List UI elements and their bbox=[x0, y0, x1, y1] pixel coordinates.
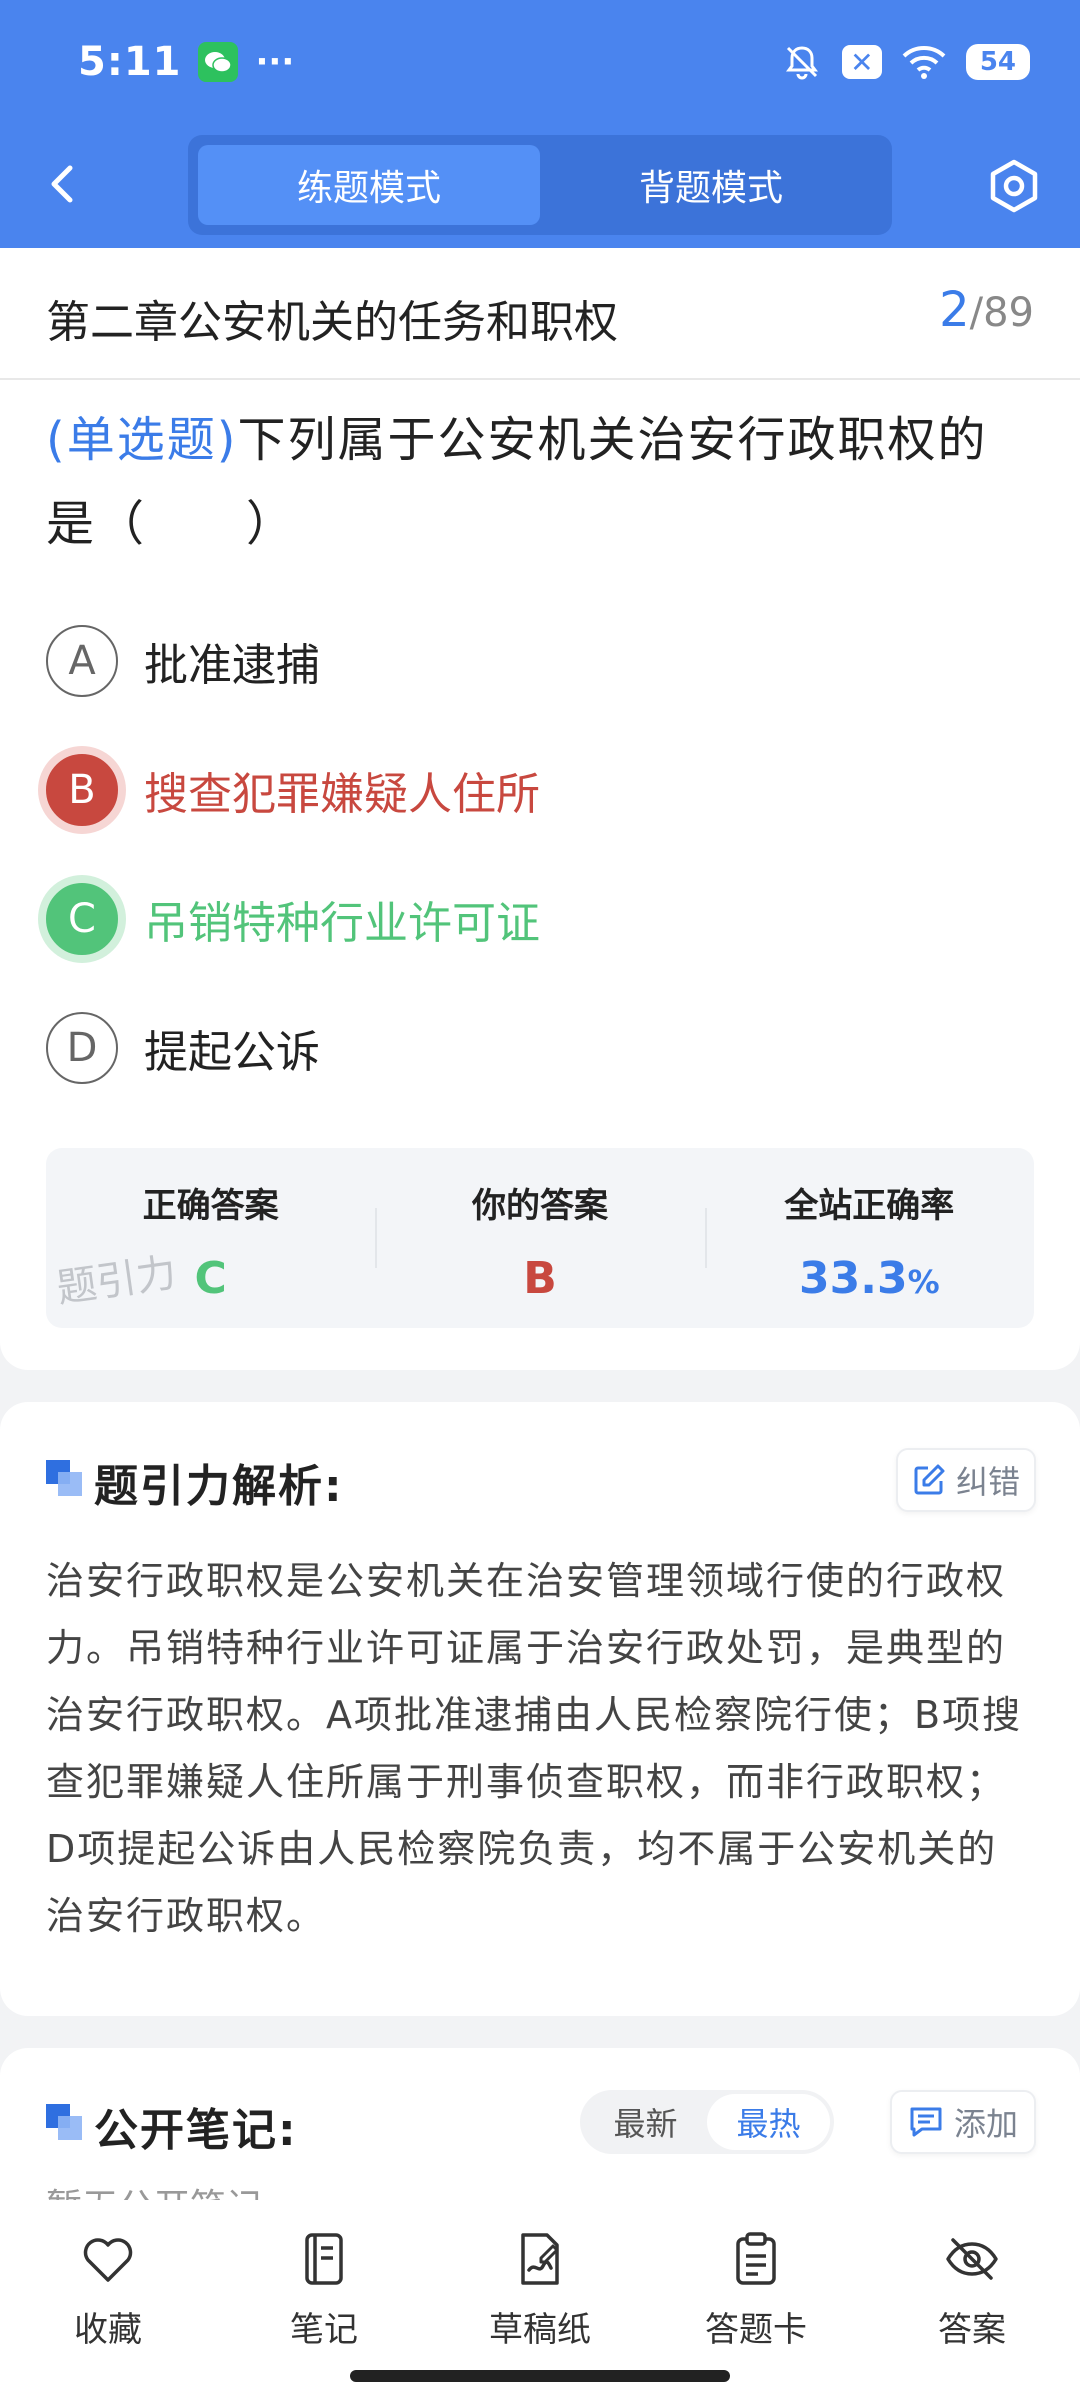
comment-icon bbox=[910, 2107, 942, 2137]
home-indicator[interactable] bbox=[350, 2370, 730, 2382]
settings-hexagon-icon[interactable] bbox=[986, 158, 1042, 214]
option-text: 吊销特种行业许可证 bbox=[144, 898, 540, 949]
accuracy-label: 全站正确率 bbox=[784, 1186, 955, 1226]
nav-answer-toggle[interactable]: 答案 bbox=[864, 2200, 1080, 2400]
accuracy-value: 33.3% bbox=[799, 1253, 940, 1304]
battery-indicator: 54 bbox=[965, 44, 1030, 80]
back-arrow-icon[interactable] bbox=[40, 160, 88, 208]
correct-answer-label: 正确答案 bbox=[142, 1186, 279, 1226]
question-progress: 2/89 bbox=[939, 282, 1034, 338]
analysis-title: 题引力解析: bbox=[94, 1461, 344, 1512]
report-error-label: 纠错 bbox=[955, 1463, 1020, 1501]
chapter-title: 第二章公安机关的任务和职权 bbox=[46, 297, 618, 348]
progress-separator: / bbox=[969, 290, 984, 336]
my-answer-label: 你的答案 bbox=[471, 1186, 608, 1226]
total-questions: 89 bbox=[983, 290, 1034, 336]
current-question-number: 2 bbox=[939, 282, 970, 338]
divider bbox=[0, 378, 1080, 380]
clipboard-icon bbox=[736, 2232, 776, 2285]
wifi-icon bbox=[902, 46, 946, 79]
correct-answer-column: 正确答案 C 题引力 bbox=[46, 1148, 375, 1328]
bell-muted-icon bbox=[785, 46, 818, 80]
notebook-icon bbox=[305, 2233, 343, 2285]
analysis-text: 治安行政职权是公安机关在治安管理领域行使的行政权力。吊销特种行业许可证属于治安行… bbox=[46, 1559, 1023, 1938]
option-d[interactable]: D 提起公诉 bbox=[46, 1011, 320, 1085]
option-text: 批准逮捕 bbox=[144, 640, 320, 691]
watermark: 题引力 bbox=[53, 1249, 180, 1313]
app-header: 5:11 ··· ✕ 54 练题模式 背题模式 bbox=[0, 0, 1080, 248]
option-letter: C bbox=[46, 883, 118, 955]
option-text: 提起公诉 bbox=[144, 1027, 320, 1078]
eye-off-icon bbox=[946, 2238, 998, 2280]
question-type: (单选题) bbox=[46, 412, 238, 468]
my-answer-column: 你的答案 B bbox=[375, 1148, 704, 1328]
notes-title: 公开笔记: bbox=[94, 2105, 298, 2156]
option-letter: D bbox=[46, 1012, 118, 1084]
report-error-button[interactable]: 纠错 bbox=[896, 1448, 1036, 1512]
add-note-label: 添加 bbox=[953, 2105, 1018, 2143]
correct-answer-value: C bbox=[194, 1253, 227, 1304]
mode-switch: 练题模式 背题模式 bbox=[188, 135, 892, 235]
option-c[interactable]: C 吊销特种行业许可证 bbox=[46, 882, 540, 956]
accuracy-unit: % bbox=[907, 1263, 940, 1301]
option-b[interactable]: B 搜查犯罪嫌疑人住所 bbox=[46, 753, 540, 827]
status-time: 5:11 bbox=[78, 39, 182, 85]
nav-favorite[interactable]: 收藏 bbox=[0, 2200, 216, 2400]
section-squares-icon bbox=[46, 1460, 82, 1496]
option-letter: A bbox=[46, 625, 118, 697]
tab-practice-mode[interactable]: 练题模式 bbox=[198, 145, 540, 225]
wechat-icon bbox=[197, 42, 238, 82]
sort-hottest[interactable]: 最热 bbox=[707, 2094, 830, 2150]
draft-paper-icon bbox=[521, 2233, 559, 2285]
accuracy-number: 33.3 bbox=[799, 1253, 908, 1304]
more-notifications-icon: ··· bbox=[255, 42, 295, 82]
status-bar: 5:11 ··· ✕ 54 bbox=[78, 38, 1030, 86]
my-answer-value: B bbox=[523, 1253, 557, 1304]
option-letter: B bbox=[46, 754, 118, 826]
tab-memorize-mode[interactable]: 背题模式 bbox=[540, 145, 882, 225]
nav-label: 答案 bbox=[938, 2310, 1006, 2350]
notification-close-icon: ✕ bbox=[841, 45, 882, 79]
edit-icon bbox=[914, 1464, 945, 1495]
accuracy-column: 全站正确率 33.3% bbox=[704, 1148, 1034, 1328]
heart-icon bbox=[83, 2238, 133, 2282]
nav-label: 收藏 bbox=[74, 2310, 142, 2350]
nav-label: 答题卡 bbox=[705, 2310, 807, 2350]
option-a[interactable]: A 批准逮捕 bbox=[46, 624, 320, 698]
sort-newest[interactable]: 最新 bbox=[584, 2094, 707, 2150]
nav-label: 草稿纸 bbox=[489, 2310, 591, 2350]
nav-label: 笔记 bbox=[290, 2310, 358, 2350]
section-squares-icon bbox=[46, 2104, 82, 2140]
status-icons: ✕ 54 bbox=[782, 42, 1030, 82]
answer-summary: 正确答案 C 题引力 你的答案 B 全站正确率 33.3% bbox=[46, 1148, 1034, 1328]
notes-sort-toggle: 最新 最热 bbox=[580, 2090, 834, 2154]
question-text: (单选题)下列属于公安机关治安行政职权的是（ ） bbox=[46, 398, 1034, 566]
add-note-button[interactable]: 添加 bbox=[890, 2090, 1036, 2154]
analysis-card: 题引力解析: 纠错 治安行政职权是公安机关在治安管理领域行使的行政权力。吊销特种… bbox=[0, 1402, 1080, 2016]
option-text: 搜查犯罪嫌疑人住所 bbox=[144, 769, 540, 820]
question-card: 第二章公安机关的任务和职权 2/89 (单选题)下列属于公安机关治安行政职权的是… bbox=[0, 248, 1080, 1370]
